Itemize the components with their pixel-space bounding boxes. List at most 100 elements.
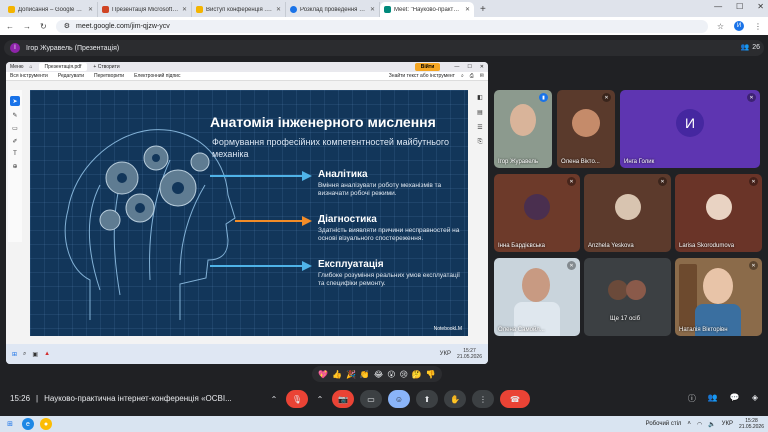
- back-icon[interactable]: ←: [6, 22, 14, 31]
- toolbar-item: Електронний підпис: [134, 73, 181, 79]
- new-tab-label: + Створити: [93, 64, 120, 70]
- chrome-icon[interactable]: ●: [40, 418, 52, 430]
- window-controls: — ☐ ✕: [714, 2, 764, 11]
- info-icon[interactable]: ⓘ: [688, 393, 696, 404]
- bookmark-star-icon[interactable]: ☆: [717, 22, 724, 31]
- participant-name: Инга Голик: [624, 159, 655, 165]
- close-window-icon[interactable]: ✕: [757, 2, 764, 11]
- shared-screen: Меню ⌂ Презентація.pdf + Створити Війти …: [6, 62, 488, 364]
- edge-icon[interactable]: e: [22, 418, 34, 430]
- item-text: Глибоке розуміння реальних умов експлуат…: [318, 272, 460, 287]
- system-tray: Робочий стіл ˄ ◠ 🔈 УКР 15:28 21.05.2026: [646, 418, 764, 430]
- participant-tile[interactable]: ✕ Anzhela Yeskova: [584, 174, 671, 252]
- close-icon[interactable]: ✕: [88, 6, 93, 13]
- participant-tile[interactable]: ✕ Наталія Вікторівн: [675, 258, 762, 336]
- more-participants-tile[interactable]: Ще 17 осіб: [584, 258, 671, 336]
- url-text: meet.google.com/jim-qjzw-ycv: [75, 22, 170, 30]
- speaking-icon: ▮: [539, 93, 548, 102]
- site-info-icon[interactable]: ⚙: [64, 22, 70, 30]
- reaction-thumbs-up-icon[interactable]: 👍: [332, 370, 342, 379]
- reaction-laugh-icon[interactable]: 😂: [374, 370, 383, 379]
- forward-icon[interactable]: →: [23, 22, 31, 31]
- browser-tab[interactable]: Виступ конференція .pptx - Google✕: [192, 2, 286, 17]
- minimize-icon[interactable]: —: [714, 2, 722, 11]
- draw-icon: ✐: [12, 139, 18, 145]
- more-options-button[interactable]: ⋮: [472, 390, 494, 408]
- language-indicator[interactable]: УКР: [722, 421, 733, 427]
- zoom-icon: ⊕: [12, 164, 18, 170]
- people-icon[interactable]: 👥: [708, 393, 718, 404]
- mail-icon: ✉: [479, 73, 484, 79]
- present-button[interactable]: ⬆: [416, 390, 438, 408]
- reload-icon[interactable]: ↻: [40, 22, 47, 31]
- emoji-reaction-button[interactable]: ☺: [388, 390, 410, 408]
- video-feed: [522, 268, 550, 302]
- pdf-app-icon: ▲: [44, 351, 51, 357]
- browser-tab-active[interactable]: Meet: "Науково-практична інт✕: [380, 2, 474, 17]
- reaction-heart-icon[interactable]: 💖: [318, 370, 328, 379]
- browser-tab[interactable]: Презентація Microsoft PowerPoint✕: [98, 2, 192, 17]
- close-icon[interactable]: ✕: [465, 6, 470, 13]
- close-icon[interactable]: ✕: [370, 6, 375, 13]
- item-text: Вміння аналізувати роботу механізмів та …: [318, 182, 442, 197]
- video-options-icon[interactable]: ⌃: [314, 390, 326, 408]
- reaction-surprised-icon[interactable]: 😮: [387, 370, 395, 379]
- chat-icon[interactable]: 💬: [730, 393, 740, 404]
- language-indicator: УКР: [439, 351, 451, 357]
- tab-label: Виступ конференція .pptx - Google: [206, 6, 273, 13]
- reaction-clap-icon[interactable]: 👏: [360, 370, 370, 379]
- more-menu-icon[interactable]: ⋮: [754, 22, 762, 31]
- browser-tab-strip: Дописання – Google Диск ✕ Презентація Mic…: [0, 0, 768, 17]
- mic-off-icon: ✕: [749, 261, 758, 270]
- participant-tile[interactable]: ✕ Олена Вікто...: [557, 90, 615, 168]
- new-tab-text: Створити: [97, 64, 120, 70]
- raise-hand-button[interactable]: ✋: [444, 390, 466, 408]
- participant-avatar: [572, 108, 600, 137]
- files-icon: ▣: [32, 351, 39, 358]
- video-feed: [703, 268, 733, 304]
- participant-name: Larisa Skorodumova: [679, 243, 735, 249]
- slide-subtitle: Формування професійних компетентностей м…: [212, 137, 449, 159]
- reaction-party-icon[interactable]: 🎉: [346, 370, 356, 379]
- close-icon[interactable]: ✕: [276, 6, 281, 13]
- new-tab-button[interactable]: +: [480, 4, 486, 15]
- close-icon[interactable]: ✕: [182, 6, 187, 13]
- participant-tile[interactable]: И ✕ Инга Голик: [620, 90, 760, 168]
- profile-avatar[interactable]: И: [734, 21, 744, 31]
- reaction-thumbs-down-icon[interactable]: 👎: [426, 370, 436, 379]
- audio-options-icon[interactable]: ⌃: [268, 390, 280, 408]
- captions-button[interactable]: ▭: [360, 390, 382, 408]
- shared-toolbar: Вся інструменти Редагувати Перетворити Е…: [6, 72, 488, 81]
- clock-date: 21.05.2026: [456, 354, 482, 360]
- participant-tile[interactable]: ✕ Інна Бардієвська: [494, 174, 580, 252]
- text-icon: T: [13, 151, 17, 157]
- participant-tile[interactable]: ✕ Олена Самойл...: [494, 258, 580, 336]
- url-field[interactable]: ⚙ meet.google.com/jim-qjzw-ycv: [55, 19, 708, 33]
- volume-icon[interactable]: 🔈: [708, 421, 715, 428]
- windows-start-icon[interactable]: ⊞: [4, 418, 16, 430]
- mic-off-icon: ✕: [602, 93, 611, 102]
- activities-icon[interactable]: ◈: [752, 393, 758, 404]
- system-clock[interactable]: 15:28 21.05.2026: [739, 418, 764, 430]
- camera-toggle-button[interactable]: 📷: [332, 390, 354, 408]
- reaction-sad-icon[interactable]: 😢: [400, 370, 408, 379]
- reaction-thinking-icon[interactable]: 🤔: [412, 370, 422, 379]
- highlight-icon: ▭: [12, 126, 18, 132]
- participant-count[interactable]: 👥 26: [740, 43, 760, 52]
- login-button: Війти: [414, 63, 441, 71]
- address-bar-row: ← → ↻ ⚙ meet.google.com/jim-qjzw-ycv ☆ И…: [0, 17, 768, 35]
- browser-tab[interactable]: Дописання – Google Диск ✕: [4, 2, 98, 17]
- cursor-icon: ➤: [10, 96, 20, 106]
- participant-tile[interactable]: ✕ Larisa Skorodumova: [675, 174, 762, 252]
- wifi-icon[interactable]: ◠: [697, 421, 702, 428]
- participant-count-value: 26: [752, 43, 760, 51]
- slide-title: Анатомія інженерного мислення: [210, 114, 436, 130]
- chevron-up-icon[interactable]: ˄: [687, 421, 691, 427]
- slide-item-operation: Експлуатація Глибоке розуміння реальних …: [318, 259, 468, 288]
- browser-tab[interactable]: Розклад проведення конференц✕: [286, 2, 380, 17]
- mic-toggle-button[interactable]: 🎙: [286, 390, 308, 408]
- leave-call-button[interactable]: ☎: [500, 390, 530, 408]
- participant-tile[interactable]: ▮ Ігор Журавель: [494, 90, 552, 168]
- maximize-icon[interactable]: ☐: [736, 2, 743, 11]
- slides-icon: [196, 6, 203, 13]
